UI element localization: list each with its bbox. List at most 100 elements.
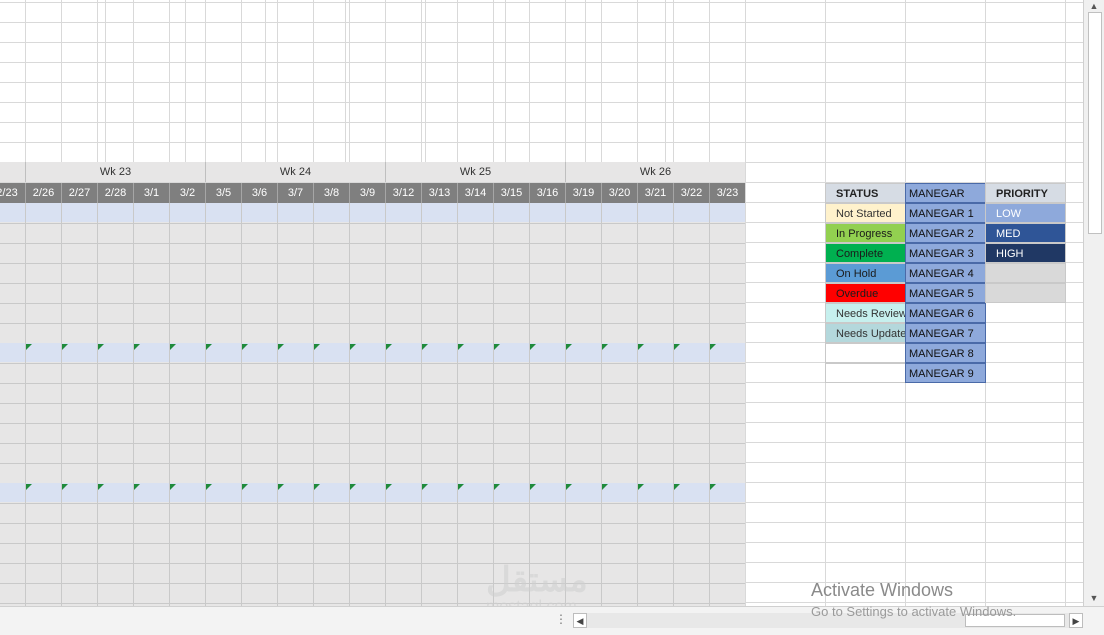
vertical-scroll-thumb[interactable] bbox=[1088, 12, 1102, 234]
cell-comment-marker bbox=[638, 344, 644, 350]
date-label: 2/26 bbox=[25, 183, 61, 203]
priority-option[interactable]: HIGH bbox=[985, 243, 1066, 263]
cell-comment-marker bbox=[602, 484, 608, 490]
status-option[interactable]: Needs Update bbox=[825, 323, 906, 343]
priority-header[interactable]: PRIORITY bbox=[985, 183, 1066, 203]
task-row-highlight[interactable] bbox=[0, 343, 745, 362]
cell-comment-marker bbox=[206, 344, 212, 350]
week-label: Wk 23 bbox=[25, 162, 205, 182]
scroll-down-icon[interactable]: ▼ bbox=[1087, 592, 1101, 604]
manager-option[interactable]: MANEGAR 6 bbox=[905, 303, 986, 323]
status-option[interactable]: Needs Review bbox=[825, 303, 906, 323]
manager-option[interactable]: MANEGAR 4 bbox=[905, 263, 986, 283]
manager-option[interactable]: MANEGAR 9 bbox=[905, 363, 986, 383]
cell-comment-marker bbox=[170, 344, 176, 350]
date-label: 3/13 bbox=[421, 183, 457, 203]
date-label: 3/9 bbox=[349, 183, 385, 203]
gantt-body[interactable] bbox=[0, 203, 745, 606]
date-label: 3/12 bbox=[385, 183, 421, 203]
cell-comment-marker bbox=[386, 484, 392, 490]
task-row-highlight[interactable] bbox=[0, 483, 745, 502]
cell-comment-marker bbox=[422, 484, 428, 490]
scroll-right-icon[interactable]: ▶ bbox=[1069, 613, 1083, 628]
vertical-scrollbar[interactable]: ▲ ▼ bbox=[1083, 0, 1104, 606]
status-option[interactable]: In Progress bbox=[825, 223, 906, 243]
date-label: 3/23 bbox=[709, 183, 745, 203]
status-option[interactable]: On Hold bbox=[825, 263, 906, 283]
week-label: Wk 26 bbox=[565, 162, 745, 182]
cell-comment-marker bbox=[458, 484, 464, 490]
spreadsheet-grid[interactable]: Wk 23Wk 24Wk 25Wk 26 2/232/262/272/283/1… bbox=[0, 0, 1083, 606]
date-label: 3/7 bbox=[277, 183, 313, 203]
cell-comment-marker bbox=[26, 484, 32, 490]
empty-cells-top[interactable] bbox=[0, 0, 745, 162]
cell-comment-marker bbox=[242, 344, 248, 350]
date-header-row: 2/232/262/272/283/13/23/53/63/73/83/93/1… bbox=[0, 183, 745, 203]
date-label: 2/23 bbox=[0, 187, 18, 199]
manager-header[interactable]: MANEGAR bbox=[905, 183, 986, 203]
empty-priority-cell[interactable] bbox=[985, 263, 1066, 283]
cell-comment-marker bbox=[422, 344, 428, 350]
status-header[interactable]: STATUS bbox=[825, 183, 906, 203]
cell-comment-marker bbox=[314, 344, 320, 350]
date-label: 3/1 bbox=[133, 183, 169, 203]
status-option[interactable]: Complete bbox=[825, 243, 906, 263]
cell-comment-marker bbox=[350, 484, 356, 490]
cell-comment-marker bbox=[710, 484, 716, 490]
status-option[interactable]: Not Started bbox=[825, 203, 906, 223]
cell-comment-marker bbox=[26, 344, 32, 350]
empty-status-cell[interactable] bbox=[825, 343, 906, 363]
empty-priority-cell[interactable] bbox=[985, 283, 1066, 303]
cell-comment-marker bbox=[458, 344, 464, 350]
manager-option[interactable]: MANEGAR 5 bbox=[905, 283, 986, 303]
status-option[interactable]: Overdue bbox=[825, 283, 906, 303]
date-label: 3/8 bbox=[313, 183, 349, 203]
cell-comment-marker bbox=[98, 484, 104, 490]
cell-comment-marker bbox=[62, 344, 68, 350]
cell-comment-marker bbox=[206, 484, 212, 490]
cell-comment-marker bbox=[134, 344, 140, 350]
task-row-highlight[interactable] bbox=[0, 203, 745, 222]
date-label: 3/22 bbox=[673, 183, 709, 203]
date-label: 3/16 bbox=[529, 183, 565, 203]
cell-comment-marker bbox=[674, 484, 680, 490]
manager-option[interactable]: MANEGAR 3 bbox=[905, 243, 986, 263]
cell-comment-marker bbox=[674, 344, 680, 350]
priority-option[interactable]: LOW bbox=[985, 203, 1066, 223]
watermark-logo: مستقل bbox=[486, 561, 588, 599]
scroll-left-icon[interactable]: ◀ bbox=[573, 613, 587, 628]
date-label: 3/19 bbox=[565, 183, 601, 203]
cell-comment-marker bbox=[494, 484, 500, 490]
empty-status-cell[interactable] bbox=[825, 363, 906, 383]
week-header-row: Wk 23 Wk 24 Wk 25 Wk 26 bbox=[0, 162, 745, 182]
date-label: 2/28 bbox=[97, 183, 133, 203]
manager-option[interactable]: MANEGAR 8 bbox=[905, 343, 986, 363]
cell-comment-marker bbox=[638, 484, 644, 490]
cell-comment-marker bbox=[710, 344, 716, 350]
cell-comment-marker bbox=[530, 484, 536, 490]
activate-windows-subtitle: Go to Settings to activate Windows. bbox=[811, 604, 1017, 619]
date-label: 3/15 bbox=[493, 183, 529, 203]
cell-comment-marker bbox=[134, 484, 140, 490]
cell-comment-marker bbox=[350, 344, 356, 350]
cell-comment-marker bbox=[62, 484, 68, 490]
activate-windows-title: Activate Windows bbox=[811, 580, 954, 600]
manager-option[interactable]: MANEGAR 7 bbox=[905, 323, 986, 343]
cell-comment-marker bbox=[242, 484, 248, 490]
date-label: 3/6 bbox=[241, 183, 277, 203]
manager-option[interactable]: MANEGAR 2 bbox=[905, 223, 986, 243]
split-handle-icon[interactable]: ⋮ bbox=[555, 612, 567, 626]
week-label: Wk 24 bbox=[205, 162, 385, 182]
cell-comment-marker bbox=[602, 344, 608, 350]
priority-option[interactable]: MED bbox=[985, 223, 1066, 243]
manager-option[interactable]: MANEGAR 1 bbox=[905, 203, 986, 223]
date-label: 3/5 bbox=[205, 183, 241, 203]
cell-comment-marker bbox=[566, 484, 572, 490]
cell-comment-marker bbox=[494, 344, 500, 350]
cell-comment-marker bbox=[170, 484, 176, 490]
week-label: Wk 25 bbox=[385, 162, 565, 182]
date-label: 3/2 bbox=[169, 183, 205, 203]
cell-comment-marker bbox=[566, 344, 572, 350]
scroll-up-icon[interactable]: ▲ bbox=[1087, 0, 1101, 12]
cell-comment-marker bbox=[278, 484, 284, 490]
